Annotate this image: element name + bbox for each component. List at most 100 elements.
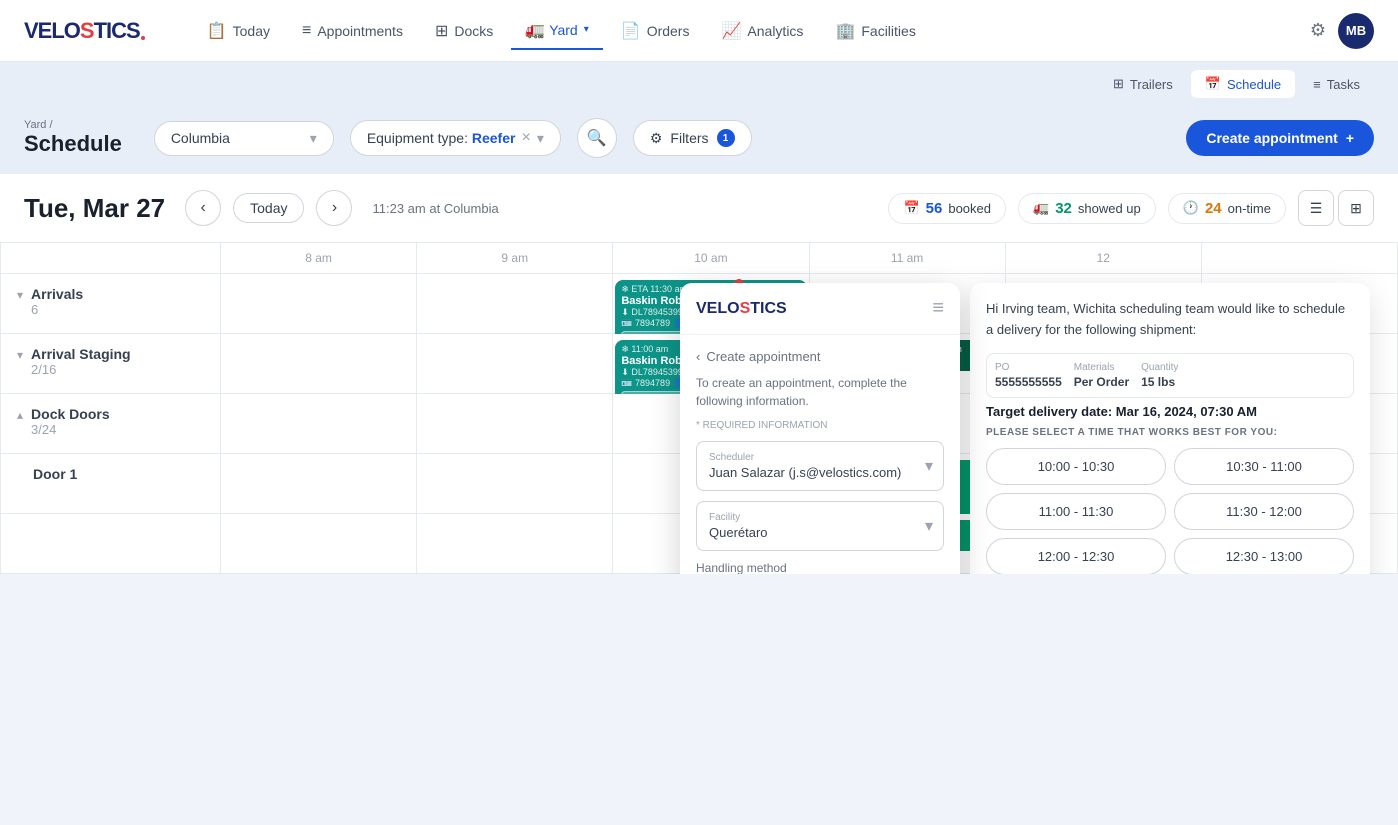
filters-icon: ⚙ — [650, 130, 663, 147]
next-date-button[interactable]: › — [316, 190, 352, 226]
row-label-header — [1, 243, 221, 274]
handling-label: Handling method — [696, 561, 944, 574]
grid-view-button[interactable]: ⊞ — [1338, 190, 1374, 226]
nav-yard[interactable]: 🚛 Yard ▾ — [511, 12, 603, 50]
arrivals-cell-8am[interactable] — [221, 274, 417, 334]
user-avatar[interactable]: MB — [1338, 13, 1374, 49]
scheduler-value: Juan Salazar (j.s@velostics.com) — [709, 465, 931, 480]
handling-method-group: Handling method 🚛 Live 📦 Drop — [696, 561, 944, 574]
staging-name: Arrival Staging — [31, 346, 131, 362]
row-arrivals-label: ▾ Arrivals 6 — [1, 274, 221, 334]
po-meta: PO 5555555555 — [995, 362, 1062, 389]
po-label: PO — [995, 362, 1062, 373]
slot-1130-12[interactable]: 11:30 - 12:00 — [1174, 493, 1354, 530]
staging-cell-9am[interactable] — [417, 334, 613, 394]
docks-expand-icon[interactable]: ▴ — [17, 408, 23, 422]
materials-meta: Materials Per Order — [1074, 362, 1129, 389]
prev-date-button[interactable]: ‹ — [185, 190, 221, 226]
filters-button[interactable]: ⚙ Filters 1 — [633, 120, 752, 156]
slots-meta: PO 5555555555 Materials Per Order Quanti… — [986, 353, 1354, 398]
showed-icon: 🚛 — [1033, 200, 1049, 216]
analytics-icon: 📈 — [721, 21, 741, 41]
slot-11-1130[interactable]: 11:00 - 11:30 — [986, 493, 1166, 530]
nav-right: ⚙ MB — [1310, 13, 1374, 49]
showed-stat: 🚛 32 showed up — [1018, 193, 1156, 224]
subnav-schedule[interactable]: 📅 Schedule — [1191, 70, 1295, 98]
create-appointment-panel: VELOSTICS ≡ ‹ Create appointment To crea… — [680, 283, 960, 574]
staging-cell-8am[interactable] — [221, 334, 417, 394]
arrivals-count: 6 — [31, 302, 83, 317]
slot-12-1230[interactable]: 12:00 - 12:30 — [986, 538, 1166, 574]
showed-label: showed up — [1078, 201, 1141, 216]
time-col-11am: 11 am — [810, 243, 1006, 274]
nav-facilities[interactable]: 🏢 Facilities — [821, 13, 929, 49]
ontime-stat: 🕐 24 on-time — [1168, 193, 1286, 224]
staging-expand-icon[interactable]: ▾ — [17, 348, 23, 362]
facility-field[interactable]: Facility Querétaro ▾ — [696, 501, 944, 551]
select-time-label: PLEASE SELECT A TIME THAT WORKS BEST FOR… — [986, 427, 1354, 438]
nav-docks[interactable]: ⊞ Docks — [421, 13, 507, 49]
quantity-label: Quantity — [1141, 362, 1178, 373]
slots-message: Hi Irving team, Wichita scheduling team … — [986, 299, 1354, 341]
create-appointment-button[interactable]: Create appointment + — [1186, 120, 1374, 156]
search-icon: 🔍 — [587, 128, 607, 148]
materials-value: Per Order — [1074, 375, 1129, 389]
door1b-cell-9am[interactable] — [417, 514, 613, 574]
breadcrumb: Yard / — [24, 119, 122, 131]
nav-analytics[interactable]: 📈 Analytics — [707, 13, 817, 49]
docks-cell-9am[interactable] — [417, 394, 613, 454]
nav-today[interactable]: 📋 Today — [193, 13, 284, 49]
nav-orders[interactable]: 📄 Orders — [607, 13, 704, 49]
po-value: 5555555555 — [995, 375, 1062, 389]
nav-appointments[interactable]: ≡ Appointments — [288, 14, 417, 48]
app-logo[interactable]: VELOSTICS — [24, 18, 145, 44]
slot-1230-13[interactable]: 12:30 - 13:00 — [1174, 538, 1354, 574]
top-navigation: VELOSTICS 📋 Today ≡ Appointments ⊞ Docks… — [0, 0, 1398, 62]
appointments-icon: ≡ — [302, 22, 311, 40]
overlay-body: ‹ Create appointment To create an appoin… — [680, 335, 960, 574]
booked-label: booked — [948, 201, 991, 216]
list-view-button[interactable]: ☰ — [1298, 190, 1334, 226]
arrivals-cell-9am[interactable] — [417, 274, 613, 334]
ontime-icon: 🕐 — [1183, 200, 1199, 216]
nav-items: 📋 Today ≡ Appointments ⊞ Docks 🚛 Yard ▾ … — [193, 12, 1302, 50]
location-filter[interactable]: Columbia ▾ — [154, 121, 334, 156]
equipment-filter-close-icon[interactable]: × — [521, 129, 530, 147]
equipment-filter[interactable]: Equipment type: Reefer × ▾ — [350, 120, 561, 156]
calendar-header: Tue, Mar 27 ‹ Today › 11:23 am at Columb… — [0, 174, 1398, 243]
docks-cell-8am[interactable] — [221, 394, 417, 454]
required-label: * REQUIRED INFORMATION — [696, 420, 944, 431]
docks-count: 3/24 — [31, 422, 110, 437]
search-button[interactable]: 🔍 — [577, 118, 617, 158]
settings-icon[interactable]: ⚙ — [1310, 20, 1326, 41]
scheduler-field[interactable]: Scheduler Juan Salazar (j.s@velostics.co… — [696, 441, 944, 491]
door1-cell-8am[interactable] — [221, 454, 417, 514]
materials-label: Materials — [1074, 362, 1129, 373]
arrivals-name: Arrivals — [31, 286, 83, 302]
today-button[interactable]: Today — [233, 193, 304, 223]
time-col-10am: 10 am — [613, 243, 809, 274]
door1-cell-9am[interactable] — [417, 454, 613, 514]
page-title-group: Yard / Schedule — [24, 119, 122, 157]
time-col-extra — [1202, 243, 1398, 274]
subnav-trailers[interactable]: ⊞ Trailers — [1099, 70, 1187, 98]
scheduler-chevron-icon: ▾ — [925, 456, 933, 476]
subnav-tasks[interactable]: ≡ Tasks — [1299, 71, 1374, 98]
grid-icon: ⊞ — [1350, 200, 1362, 217]
calendar-time: 11:23 am at Columbia — [372, 201, 876, 216]
target-date: Target delivery date: Mar 16, 2024, 07:3… — [986, 404, 1354, 419]
equipment-filter-label: Equipment type: Reefer — [367, 130, 516, 146]
chevron-right-icon: › — [332, 199, 337, 217]
slot-1030-11[interactable]: 10:30 - 11:00 — [1174, 448, 1354, 485]
door1b-cell-8am[interactable] — [221, 514, 417, 574]
back-button[interactable]: ‹ Create appointment — [696, 349, 944, 364]
page-header: Yard / Schedule Columbia ▾ Equipment typ… — [0, 106, 1398, 174]
arrivals-expand-icon[interactable]: ▾ — [17, 288, 23, 302]
row-door1-label: Door 1 — [1, 454, 221, 514]
equipment-filter-value: Reefer — [472, 130, 516, 146]
overlay-menu-icon[interactable]: ≡ — [932, 297, 944, 320]
docks-icon: ⊞ — [435, 21, 448, 41]
facilities-icon: 🏢 — [835, 21, 855, 41]
scheduler-label: Scheduler — [709, 452, 931, 463]
slot-10-1030[interactable]: 10:00 - 10:30 — [986, 448, 1166, 485]
